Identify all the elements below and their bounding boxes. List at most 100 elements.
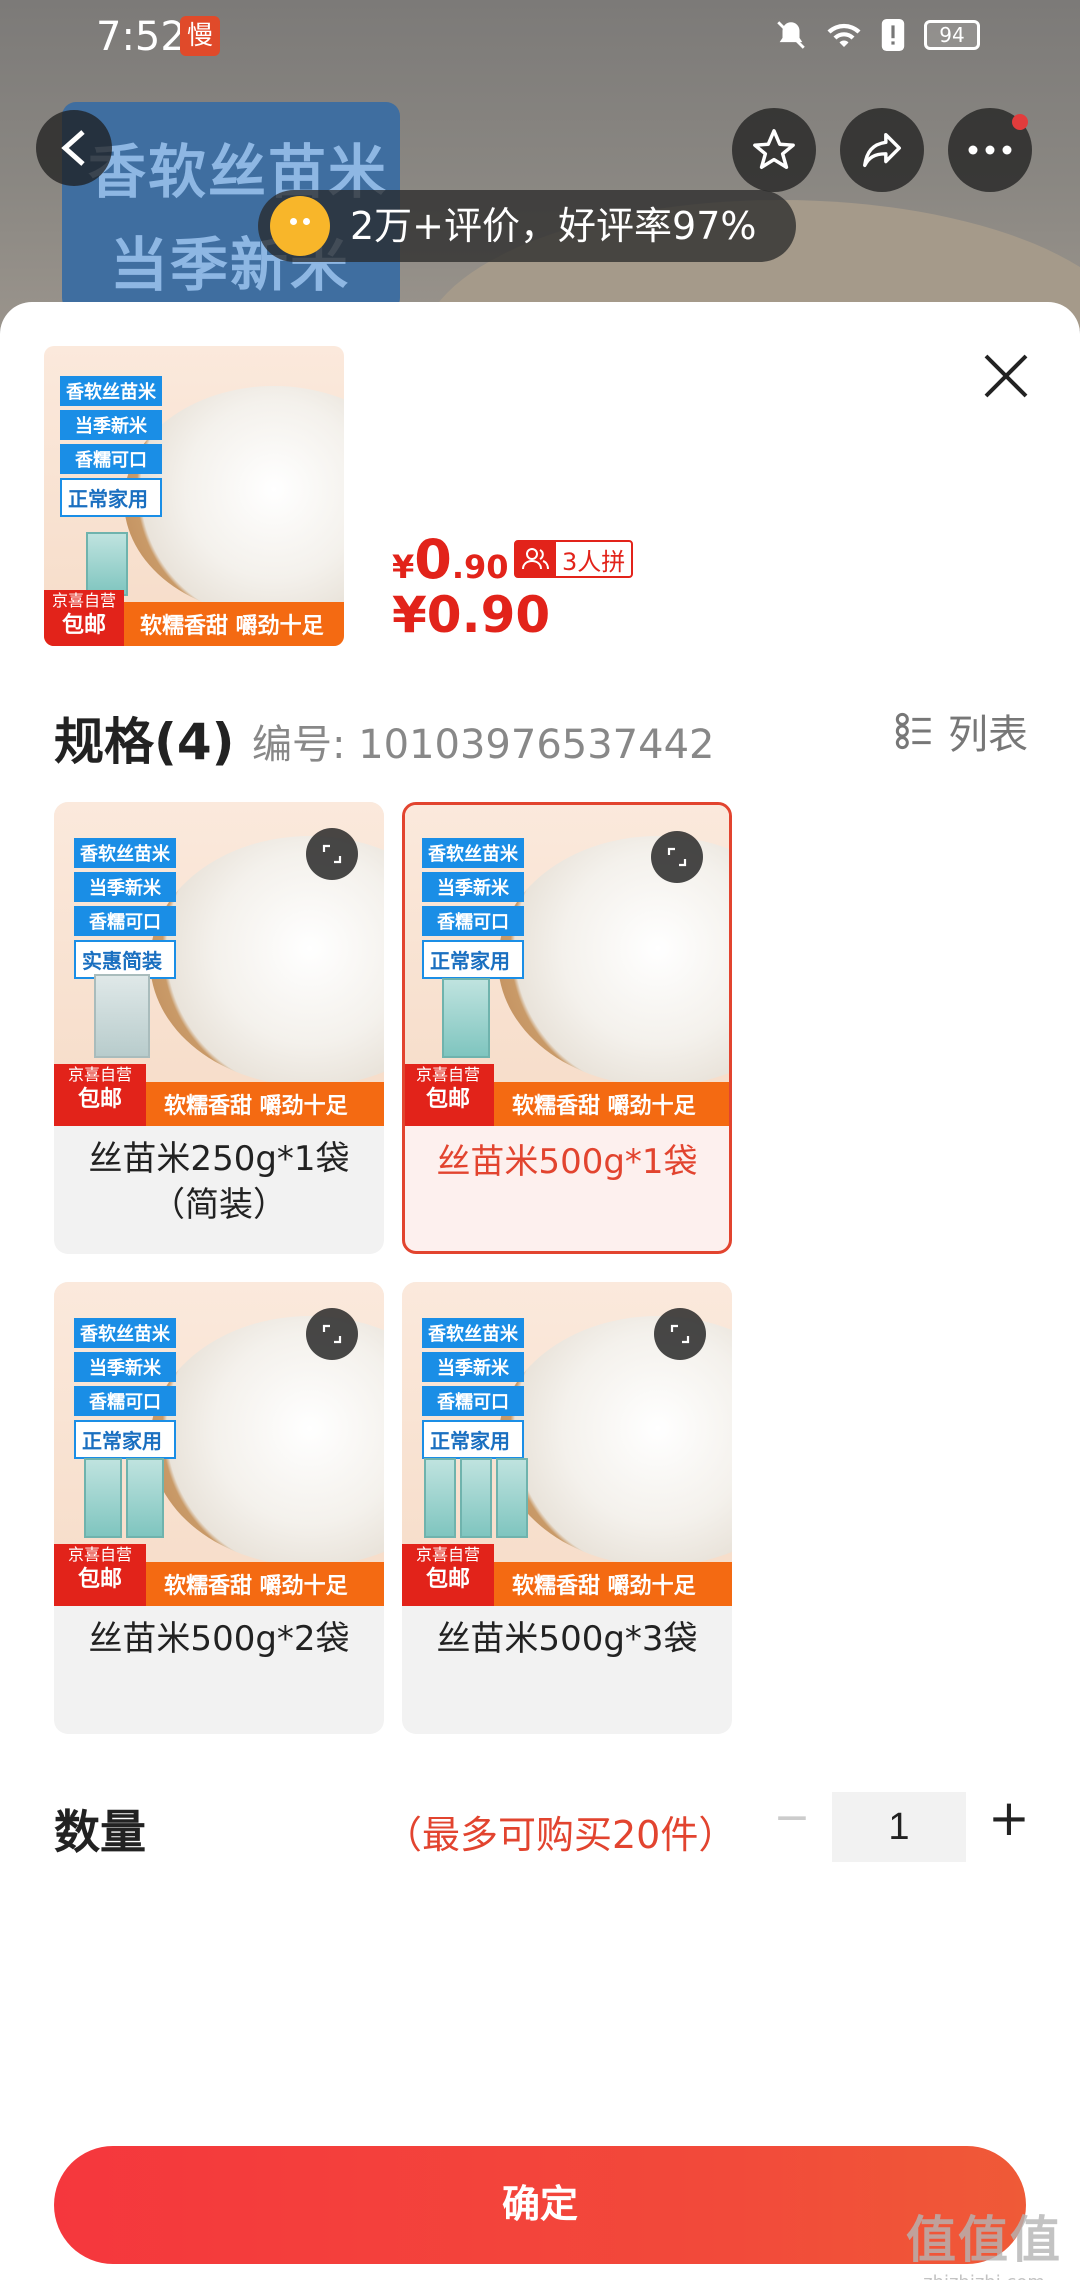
increase-quantity-button[interactable]: + bbox=[984, 1788, 1034, 1848]
price-decimal: .90 bbox=[451, 548, 509, 586]
more-button[interactable] bbox=[948, 108, 1032, 192]
expand-image-button[interactable] bbox=[651, 831, 703, 883]
notification-dot bbox=[1012, 114, 1028, 130]
image-tag: 香糯可口 bbox=[422, 1386, 524, 1416]
decrease-quantity-button[interactable]: − bbox=[772, 1788, 812, 1848]
rice-bag-image bbox=[84, 1458, 122, 1538]
product-thumbnail[interactable]: 香软丝苗米 当季新米 香糯可口 正常家用 京喜自营 包邮 软糯香甜 嚼劲十足 bbox=[44, 346, 344, 646]
image-tag-variant: 正常家用 bbox=[422, 940, 524, 979]
free-shipping-text: 包邮 bbox=[61, 613, 106, 638]
expand-image-button[interactable] bbox=[306, 828, 358, 880]
price-integer: 0 bbox=[414, 528, 452, 591]
image-tag: 香糯可口 bbox=[74, 1386, 176, 1416]
spec-option-label: 丝苗米500g*2袋 bbox=[88, 1619, 350, 1659]
image-tag: 香软丝苗米 bbox=[60, 376, 162, 406]
watermark-url: zhizhizhi.com bbox=[906, 2272, 1062, 2280]
rice-bag-image bbox=[126, 1458, 164, 1538]
spec-option-250g-1[interactable]: 香软丝苗米 当季新米 香糯可口 实惠简装 京喜自营 包邮 软糯香甜 嚼劲十足 丝… bbox=[54, 802, 384, 1254]
slogan-text: 软糯香甜 嚼劲十足 bbox=[512, 1094, 696, 1119]
expand-icon bbox=[322, 1324, 342, 1344]
back-button[interactable] bbox=[36, 110, 112, 186]
app-notification-badge: 慢 bbox=[180, 16, 220, 56]
jd-self-operated-badge: 京喜自营 包邮 bbox=[44, 590, 124, 646]
image-tag: 香糯可口 bbox=[60, 444, 162, 474]
image-tag: 香软丝苗米 bbox=[74, 1318, 176, 1348]
jd-self-text: 京喜自营 bbox=[415, 1545, 480, 1564]
jd-self-operated-badge: 京喜自营 包邮 bbox=[405, 1064, 494, 1126]
free-shipping-text: 包邮 bbox=[77, 1567, 122, 1592]
jd-self-operated-badge: 京喜自营 包邮 bbox=[54, 1064, 146, 1126]
review-summary-text: 2万+评价，好评率97% bbox=[350, 204, 757, 248]
share-button[interactable] bbox=[840, 108, 924, 192]
free-shipping-text: 包邮 bbox=[425, 1567, 470, 1592]
list-icon bbox=[895, 712, 931, 750]
slogan-text: 软糯香甜 嚼劲十足 bbox=[164, 1094, 348, 1119]
status-time: 7:52 bbox=[96, 14, 186, 60]
rice-bag-image bbox=[86, 532, 128, 596]
share-icon bbox=[863, 132, 901, 168]
spec-option-label: 丝苗米250g*1袋（简装） bbox=[88, 1139, 350, 1225]
image-tag: 当季新米 bbox=[422, 1352, 524, 1382]
image-tag-variant: 正常家用 bbox=[74, 1420, 176, 1459]
rice-bag-image bbox=[94, 974, 150, 1058]
confirm-button[interactable]: 确定 bbox=[54, 2146, 1026, 2264]
spec-option-500g-2[interactable]: 香软丝苗米 当季新米 香糯可口 正常家用 京喜自营 包邮 软糯香甜 嚼劲十足 丝… bbox=[54, 1282, 384, 1734]
jd-self-text: 京喜自营 bbox=[51, 591, 116, 610]
rice-bag-image bbox=[496, 1458, 528, 1538]
expand-image-button[interactable] bbox=[654, 1308, 706, 1360]
jd-self-text: 京喜自营 bbox=[67, 1545, 132, 1564]
battery-icon: 94 bbox=[924, 20, 980, 50]
star-icon bbox=[753, 129, 795, 169]
jd-self-text: 京喜自营 bbox=[67, 1065, 132, 1084]
expand-icon bbox=[322, 844, 342, 864]
watermark-logo: 值值值 bbox=[906, 2211, 1062, 2269]
list-view-toggle[interactable]: 列表 bbox=[894, 702, 1028, 760]
group-buy-badge: 3人拼 bbox=[514, 540, 634, 578]
spec-title: 规格(4) bbox=[54, 713, 235, 771]
product-image-tags: 香软丝苗米 当季新米 香糯可口 实惠简装 bbox=[74, 838, 176, 979]
alert-icon bbox=[881, 19, 905, 51]
favorite-button[interactable] bbox=[732, 108, 816, 192]
watermark: 值值值 zhizhizhi.com bbox=[906, 2200, 1062, 2280]
product-image-tags: 香软丝苗米 当季新米 香糯可口 正常家用 bbox=[60, 376, 162, 517]
spec-option-500g-3[interactable]: 香软丝苗米 当季新米 香糯可口 正常家用 京喜自营 包邮 软糯香甜 嚼劲十足 丝… bbox=[402, 1282, 732, 1734]
product-image-tags: 香软丝苗米 当季新米 香糯可口 正常家用 bbox=[74, 1318, 176, 1459]
image-tag: 当季新米 bbox=[422, 872, 524, 902]
list-toggle-label: 列表 bbox=[948, 712, 1028, 758]
image-tag-variant: 正常家用 bbox=[422, 1420, 524, 1459]
currency-symbol: ¥ bbox=[392, 548, 415, 586]
image-tag: 香软丝苗米 bbox=[422, 838, 524, 868]
quantity-title: 数量 bbox=[54, 1805, 146, 1859]
image-tag: 香软丝苗米 bbox=[74, 838, 176, 868]
slogan-text: 软糯香甜 嚼劲十足 bbox=[512, 1574, 696, 1599]
people-icon bbox=[516, 542, 556, 576]
smile-face-icon bbox=[270, 196, 330, 256]
rice-bag-image bbox=[442, 978, 490, 1058]
image-tag: 香软丝苗米 bbox=[422, 1318, 524, 1348]
quantity-input[interactable] bbox=[832, 1792, 966, 1862]
rice-bag-image bbox=[460, 1458, 492, 1538]
close-icon[interactable] bbox=[976, 346, 1036, 406]
chevron-left-icon bbox=[61, 130, 85, 166]
slogan-text: 软糯香甜 嚼劲十足 bbox=[164, 1574, 348, 1599]
spec-option-label: 丝苗米500g*3袋 bbox=[436, 1619, 698, 1659]
review-summary-pill[interactable]: 2万+评价，好评率97% bbox=[258, 190, 797, 262]
status-bar: 7:52 慢 94 bbox=[0, 0, 1080, 72]
spec-option-500g-1[interactable]: 香软丝苗米 当季新米 香糯可口 正常家用 京喜自营 包邮 软糯香甜 嚼劲十足 丝… bbox=[402, 802, 732, 1254]
rice-bag-image bbox=[424, 1458, 456, 1538]
jd-self-operated-badge: 京喜自营 包邮 bbox=[54, 1544, 146, 1606]
spec-option-label: 丝苗米500g*1袋 bbox=[436, 1142, 698, 1182]
product-image-tags: 香软丝苗米 当季新米 香糯可口 正常家用 bbox=[422, 1318, 524, 1459]
quantity-limit: （最多可购买20件） bbox=[384, 1813, 737, 1857]
image-tag: 当季新米 bbox=[60, 410, 162, 440]
group-buy-label: 3人拼 bbox=[562, 547, 626, 576]
group-price: ¥0.90 bbox=[392, 528, 509, 591]
image-tag: 当季新米 bbox=[74, 872, 176, 902]
image-tag-variant: 正常家用 bbox=[60, 478, 162, 517]
more-dots-icon bbox=[968, 145, 1012, 155]
image-tag: 香糯可口 bbox=[422, 906, 524, 936]
single-price: ¥0.90 bbox=[392, 586, 551, 644]
jd-self-operated-badge: 京喜自营 包邮 bbox=[402, 1544, 494, 1606]
spec-selection-sheet: 香软丝苗米 当季新米 香糯可口 正常家用 京喜自营 包邮 软糯香甜 嚼劲十足 ¥… bbox=[0, 302, 1080, 2280]
expand-image-button[interactable] bbox=[306, 1308, 358, 1360]
